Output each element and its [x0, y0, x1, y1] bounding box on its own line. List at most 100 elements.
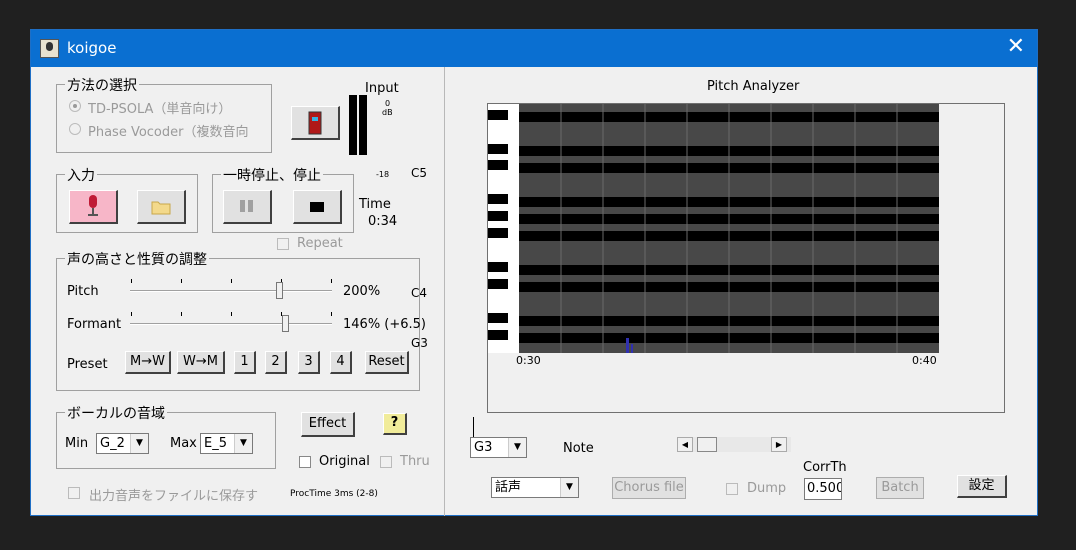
help-button[interactable]: ? — [383, 413, 407, 435]
voice-mode-select[interactable]: 話声 ▼ — [491, 477, 579, 498]
pitch-label: Pitch — [67, 284, 99, 299]
formant-slider[interactable] — [130, 312, 332, 336]
pause-button[interactable] — [223, 190, 272, 224]
dump-checkbox[interactable] — [726, 483, 738, 495]
corrth-label: CorrTh — [803, 460, 847, 475]
piano-black-key — [488, 160, 508, 170]
batch-button[interactable]: Batch — [876, 477, 924, 499]
title-bar: koigoe ✕ — [31, 30, 1037, 67]
dump-label: Dump — [747, 481, 787, 496]
effect-button[interactable]: Effect — [301, 412, 355, 437]
input-group-label: 入力 — [65, 165, 97, 185]
save-output-checkbox[interactable] — [68, 487, 80, 499]
meter-top-mark: 0 — [385, 99, 391, 108]
formant-value: 146% (+6.5) — [343, 317, 427, 332]
meter-min-mark: -18 — [376, 170, 390, 179]
stop-icon — [310, 202, 324, 212]
adjust-group-label: 声の高さと性質の調整 — [65, 249, 209, 269]
formant-label: Formant — [67, 317, 122, 332]
original-label: Original — [319, 454, 370, 469]
app-icon — [40, 39, 59, 58]
preset-3-button[interactable]: 3 — [298, 351, 320, 374]
min-select-value: G_2 — [100, 436, 125, 451]
stop-button[interactable] — [293, 190, 342, 224]
horizontal-scrollbar[interactable]: ◀ ▶ — [677, 437, 791, 452]
pitch-slider[interactable] — [130, 279, 332, 303]
scroll-right-icon[interactable]: ▶ — [771, 437, 787, 452]
repeat-checkbox[interactable] — [277, 238, 289, 250]
preset-m-to-w-button[interactable]: M→W — [125, 351, 171, 374]
save-output-label: 出力音声をファイルに保存す — [89, 489, 259, 504]
open-file-button[interactable] — [137, 190, 186, 224]
method-radio-phasevocoder[interactable] — [69, 123, 81, 135]
time-label: Time — [359, 197, 391, 212]
piano-black-key — [488, 330, 508, 340]
thru-checkbox[interactable] — [380, 456, 392, 468]
pitch-slider-thumb[interactable] — [276, 282, 283, 299]
formant-slider-thumb[interactable] — [282, 315, 289, 332]
preset-w-to-m-button[interactable]: W→M — [177, 351, 225, 374]
pitch-trace — [626, 338, 629, 353]
min-select[interactable]: G_2 ▼ — [96, 433, 149, 454]
chevron-down-icon: ▼ — [234, 434, 252, 453]
note-select-marker — [473, 417, 474, 437]
door-icon — [308, 111, 322, 135]
method-option-phasevocoder: Phase Vocoder（複数音向 — [88, 125, 249, 140]
voice-mode-value: 話声 — [495, 480, 522, 495]
note-label: Note — [563, 441, 594, 456]
scroll-thumb[interactable] — [697, 437, 717, 452]
max-label: Max — [170, 436, 197, 451]
piano-black-key — [488, 262, 508, 272]
record-button[interactable] — [69, 190, 118, 224]
chevron-down-icon: ▼ — [560, 478, 578, 497]
client-area: 方法の選択 TD-PSOLA（単音向け） Phase Vocoder（複数音向 … — [31, 67, 1037, 516]
settings-button[interactable]: 設定 — [957, 475, 1007, 498]
note-c5: C5 — [411, 166, 428, 180]
microphone-icon — [88, 195, 98, 216]
corrth-input[interactable]: 0.500 — [804, 478, 842, 500]
scroll-left-icon[interactable]: ◀ — [677, 437, 693, 452]
proctime-label: ProcTime 3ms (2-8) — [290, 489, 378, 499]
pitch-grid — [519, 104, 939, 353]
piano-black-key — [488, 110, 508, 120]
piano-black-key — [488, 279, 508, 289]
input-meter-label: Input — [365, 81, 399, 96]
pause-stop-group-label: 一時停止、停止 — [221, 165, 323, 185]
chevron-down-icon: ▼ — [130, 434, 148, 453]
method-radio-tdpsola[interactable] — [69, 100, 81, 112]
preset-reset-button[interactable]: Reset — [365, 351, 409, 374]
pitch-analyzer-panel: 0:30 0:40 — [487, 103, 1005, 413]
preset-2-button[interactable]: 2 — [265, 351, 287, 374]
help-icon: ? — [390, 415, 399, 430]
device-button[interactable] — [291, 106, 340, 140]
repeat-label: Repeat — [297, 236, 343, 251]
preset-label: Preset — [67, 357, 108, 372]
vocal-range-group-label: ボーカルの音域 — [65, 403, 167, 423]
method-group-label: 方法の選択 — [65, 75, 139, 95]
pause-icon — [240, 200, 253, 212]
input-meter-right — [359, 95, 367, 155]
piano-black-key — [488, 313, 508, 323]
piano-keyboard — [488, 104, 520, 353]
input-meter-left — [349, 95, 357, 155]
time-end-label: 0:40 — [912, 354, 937, 367]
meter-unit: dB — [382, 108, 393, 117]
piano-black-key — [488, 144, 508, 154]
pitch-value: 200% — [343, 284, 381, 299]
original-checkbox[interactable] — [299, 456, 311, 468]
piano-black-key — [488, 211, 508, 221]
piano-black-key — [488, 228, 508, 238]
chorus-file-button[interactable]: Chorus file — [612, 477, 686, 499]
note-select[interactable]: G3 ▼ — [470, 437, 527, 458]
max-select[interactable]: E_5 ▼ — [200, 433, 253, 454]
preset-1-button[interactable]: 1 — [234, 351, 256, 374]
window-title: koigoe — [67, 39, 117, 57]
method-group: 方法の選択 TD-PSOLA（単音向け） Phase Vocoder（複数音向 — [56, 75, 272, 153]
piano-black-key — [488, 194, 508, 204]
app-window: koigoe ✕ 方法の選択 TD-PSOLA（単音向け） Phase Voco… — [30, 29, 1038, 516]
preset-4-button[interactable]: 4 — [330, 351, 352, 374]
time-value: 0:34 — [368, 214, 398, 229]
folder-icon — [151, 201, 171, 215]
note-c4: C4 — [411, 286, 428, 300]
close-icon[interactable]: ✕ — [1007, 35, 1025, 59]
